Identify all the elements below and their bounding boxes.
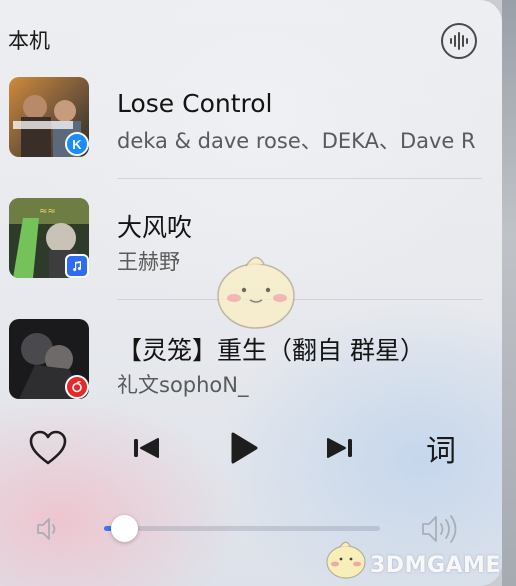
audio-output-button[interactable] — [441, 23, 477, 59]
play-button[interactable] — [223, 427, 263, 469]
mascot-watermark-icon — [217, 256, 295, 329]
apple-music-icon — [65, 254, 89, 278]
volume-high-icon — [422, 515, 457, 543]
device-title: 本机 — [8, 29, 50, 53]
track-title: Lose Control — [117, 89, 273, 118]
heart-outline-icon — [29, 430, 67, 465]
lyrics-button[interactable]: 词 — [420, 427, 462, 469]
site-logo-mascot-icon — [326, 541, 366, 579]
media-control-panel: 本机 K Lose Control deka & dave rose、DEKA、… — [0, 0, 502, 586]
svg-text:≈≈: ≈≈ — [39, 206, 56, 217]
play-icon — [231, 432, 258, 464]
skip-next-icon — [327, 438, 352, 458]
like-button[interactable] — [26, 427, 70, 469]
kugou-icon: K — [65, 132, 89, 156]
track-item[interactable]: K Lose Control deka & dave rose、DEKA、Dav… — [0, 73, 502, 183]
volume-low-icon — [37, 518, 56, 540]
track-title: 【灵笼】重生（翻自 群星） — [117, 336, 425, 365]
netease-music-icon — [65, 375, 89, 399]
divider — [117, 178, 482, 179]
skip-previous-icon — [134, 438, 159, 458]
track-title: 大风吹 — [117, 213, 193, 242]
track-artist: deka & dave rose、DEKA、Dave R — [117, 129, 476, 153]
volume-slider-track[interactable] — [104, 526, 380, 531]
volume-low-button[interactable] — [34, 515, 64, 547]
track-artist: 礼文sophoN_ — [117, 373, 249, 397]
volume-slider-thumb[interactable] — [111, 515, 139, 542]
previous-button[interactable] — [128, 427, 164, 469]
site-watermark-text: 3DMGAME — [370, 553, 501, 578]
audio-wave-icon — [450, 32, 468, 50]
screen-edge — [502, 0, 516, 586]
volume-high-button[interactable] — [419, 513, 463, 549]
next-button[interactable] — [322, 427, 358, 469]
